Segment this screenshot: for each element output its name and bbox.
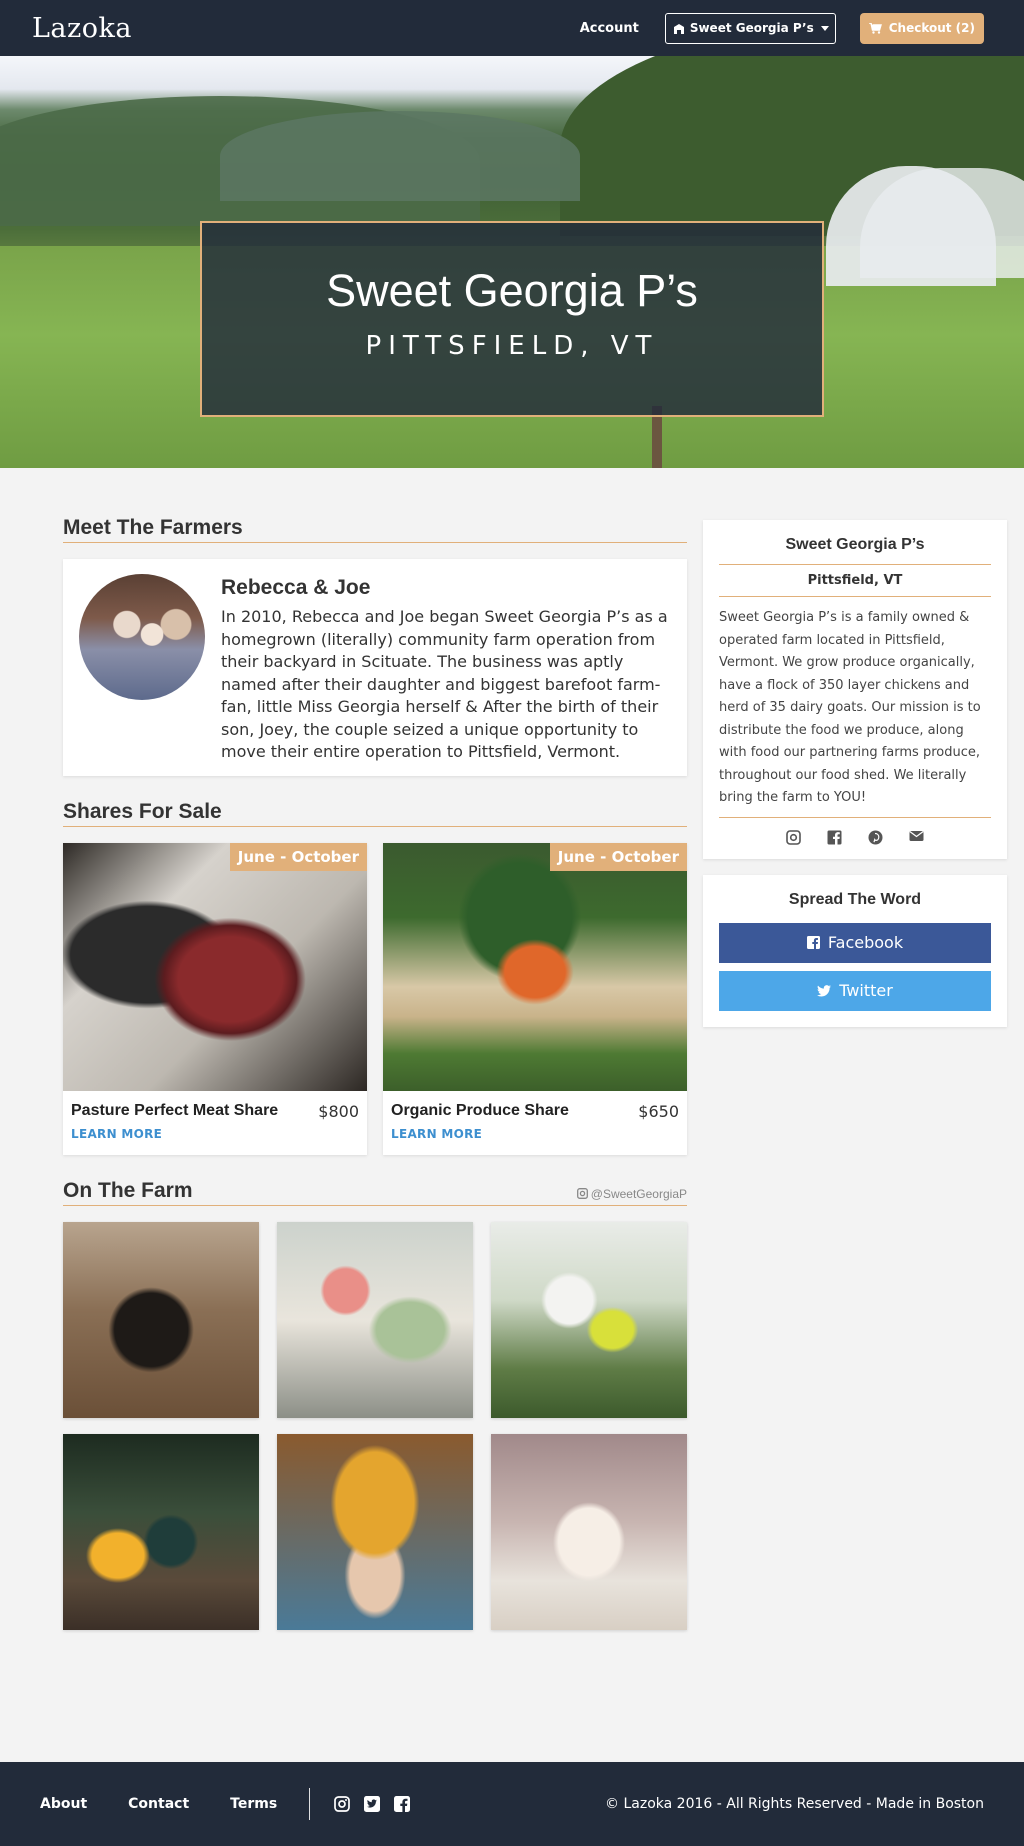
hero-title: Sweet Georgia P’s [326, 265, 698, 316]
share-price: $800 [318, 1101, 359, 1121]
farm-photo-gallery [63, 1221, 687, 1630]
checkout-button[interactable]: Checkout (2) [859, 12, 984, 44]
site-footer: About Contact Terms © Lazoka 2016 - All … [0, 1762, 1024, 1846]
brand-logo[interactable]: Lazoka [32, 13, 132, 44]
instagram-handle: @SweetGeorgiaP [590, 1186, 687, 1201]
twitter-icon [817, 984, 832, 997]
gallery-photo-child[interactable] [277, 1433, 473, 1630]
cart-icon [868, 22, 882, 34]
on-the-farm-heading: On The Farm [63, 1178, 193, 1202]
share-card-produce[interactable]: June - October Organic Produce Share $65… [383, 842, 687, 1155]
nav-right: Account Sweet Georgia P’s Checkout (2) [580, 12, 984, 44]
share-card-meat[interactable]: June - October Pasture Perfect Meat Shar… [63, 842, 367, 1155]
facebook-label: Facebook [827, 933, 904, 952]
account-link[interactable]: Account [580, 21, 639, 36]
spread-the-word-title: Spread The Word [788, 890, 922, 908]
share-info: Pasture Perfect Meat Share $800 LEARN MO… [63, 1091, 367, 1155]
learn-more-link[interactable]: LEARN MORE [71, 1127, 359, 1141]
gallery-photo-farmers[interactable] [491, 1221, 687, 1418]
facebook-share-button[interactable]: Facebook [719, 922, 991, 963]
sidebar: Sweet Georgia P’s Pittsfield, VT Sweet G… [703, 516, 1007, 1630]
meat-share-image[interactable]: June - October [63, 842, 367, 1091]
footer-social-links [334, 1796, 411, 1812]
chevron-down-icon [820, 25, 829, 31]
hero-banner: Sweet Georgia P’s PITTSFIELD, VT [0, 56, 1024, 468]
hero-location: PITTSFIELD, VT [365, 331, 659, 361]
gallery-photo-beer[interactable] [63, 1433, 259, 1630]
farmers-text: Rebecca & Joe In 2010, Rebecca and Joe b… [221, 574, 671, 764]
season-badge: June - October [549, 842, 687, 871]
share-name: Organic Produce Share [391, 1102, 569, 1119]
copyright-text: © Lazoka 2016 - All Rights Reserved - Ma… [605, 1796, 984, 1812]
farm-social-links [719, 818, 991, 845]
shares-heading: Shares For Sale [63, 800, 687, 827]
farmers-card: Rebecca & Joe In 2010, Rebecca and Joe b… [63, 559, 687, 776]
meet-farmers-heading: Meet The Farmers [63, 516, 687, 543]
shares-list: June - October Pasture Perfect Meat Shar… [63, 842, 687, 1155]
footer-terms-link[interactable]: Terms [230, 1796, 277, 1812]
farm-info-location: Pittsfield, VT [719, 565, 991, 597]
footer-about-link[interactable]: About [40, 1796, 87, 1812]
facebook-icon [806, 936, 820, 949]
twitter-label: Twitter [839, 981, 893, 1000]
on-the-farm-heading-row: On The Farm @SweetGeorgiaP [63, 1179, 687, 1206]
email-icon[interactable] [909, 830, 924, 845]
farmers-name: Rebecca & Joe [221, 576, 371, 599]
farm-selector-dropdown[interactable]: Sweet Georgia P’s [664, 12, 836, 44]
gallery-photo-dog[interactable] [63, 1221, 259, 1418]
instagram-icon [576, 1188, 588, 1199]
farm-info-description: Sweet Georgia P’s is a family owned & op… [719, 597, 991, 818]
instagram-icon[interactable] [786, 829, 801, 845]
farm-info-name: Sweet Georgia P’s [719, 536, 991, 565]
instagram-handle-link[interactable]: @SweetGeorgiaP [576, 1186, 687, 1203]
left-column: Meet The Farmers Rebecca & Joe In 2010, … [63, 516, 687, 1630]
share-name: Pasture Perfect Meat Share [71, 1102, 279, 1119]
top-navbar: Lazoka Account Sweet Georgia P’s Checkou… [0, 0, 1024, 56]
season-badge: June - October [229, 842, 367, 871]
farmers-photo [79, 574, 205, 700]
footer-contact-link[interactable]: Contact [128, 1796, 189, 1812]
facebook-icon[interactable] [827, 830, 842, 845]
checkout-label: Checkout (2) [888, 21, 975, 35]
pinterest-icon[interactable] [868, 830, 883, 845]
learn-more-link[interactable]: LEARN MORE [391, 1127, 679, 1141]
share-info: Organic Produce Share $650 LEARN MORE [383, 1091, 687, 1155]
instagram-icon[interactable] [334, 1796, 351, 1812]
gallery-photo-goat[interactable] [491, 1433, 687, 1630]
page: Lazoka Account Sweet Georgia P’s Checkou… [0, 0, 1024, 1846]
farm-selector-label: Sweet Georgia P’s [689, 21, 814, 35]
hero-title-box: Sweet Georgia P’s PITTSFIELD, VT [200, 221, 824, 417]
share-price: $650 [638, 1101, 679, 1121]
barn-icon [673, 23, 685, 34]
gallery-photo-flowers[interactable] [277, 1221, 473, 1418]
twitter-share-button[interactable]: Twitter [719, 970, 991, 1011]
main-content: Meet The Farmers Rebecca & Joe In 2010, … [0, 516, 1024, 1630]
twitter-icon[interactable] [364, 1796, 381, 1812]
farm-info-card: Sweet Georgia P’s Pittsfield, VT Sweet G… [703, 520, 1007, 859]
footer-divider [309, 1788, 311, 1820]
spread-the-word-card: Spread The Word Facebook Twitter [703, 874, 1007, 1027]
produce-share-image[interactable]: June - October [383, 842, 687, 1091]
farmers-bio: In 2010, Rebecca and Joe began Sweet Geo… [221, 607, 668, 761]
facebook-icon[interactable] [394, 1796, 411, 1812]
footer-links: About Contact Terms [40, 1796, 277, 1812]
